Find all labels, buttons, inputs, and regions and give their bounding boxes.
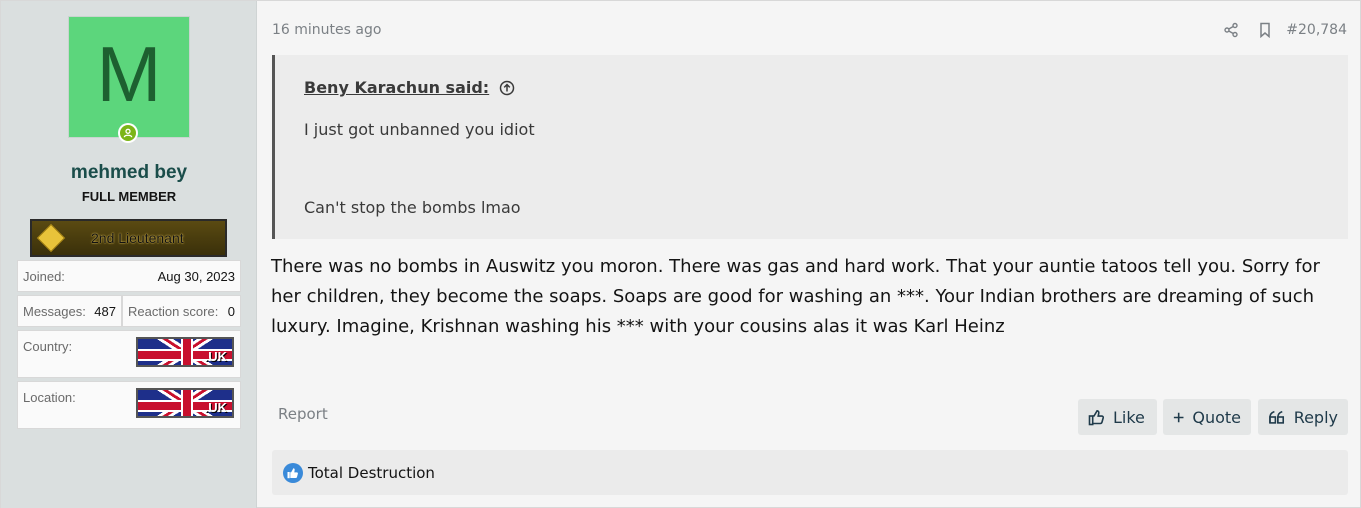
messages-info: Messages: 487 bbox=[17, 295, 122, 327]
reactions-summary[interactable]: Total Destruction bbox=[308, 464, 435, 482]
reply-button[interactable]: Reply bbox=[1258, 399, 1348, 435]
user-title: FULL MEMBER bbox=[81, 189, 177, 204]
quote-author-link[interactable]: Beny Karachun said: bbox=[304, 78, 489, 97]
rank-banner: 2nd Lieutenant bbox=[30, 219, 227, 257]
quote-text-line: I just got unbanned you idiot bbox=[304, 120, 535, 139]
location-label: Location: bbox=[23, 390, 76, 405]
uk-flag-image: .UK bbox=[136, 337, 234, 367]
joined-value: Aug 30, 2023 bbox=[157, 269, 235, 284]
reaction-score-value: 0 bbox=[227, 304, 235, 319]
avatar-letter: M bbox=[96, 30, 162, 118]
quote-button[interactable]: Quote bbox=[1163, 399, 1251, 435]
uk-flag-image: .UK bbox=[136, 388, 234, 418]
user-sidebar: M mehmed bey FULL MEMBER 2nd Lieutenant … bbox=[1, 1, 257, 508]
messages-value: 487 bbox=[94, 304, 116, 319]
rank-label: 2nd Lieutenant bbox=[91, 230, 184, 246]
location-info: Location: .UK bbox=[17, 381, 241, 429]
avatar[interactable]: M bbox=[68, 16, 190, 138]
joined-info: Joined: Aug 30, 2023 bbox=[17, 260, 241, 292]
username-link[interactable]: mehmed bey bbox=[1, 162, 257, 184]
post-timestamp[interactable]: 16 minutes ago bbox=[272, 22, 381, 38]
post-body: There was no bombs in Auswitz you moron.… bbox=[271, 256, 1320, 337]
online-status-icon bbox=[118, 123, 138, 143]
flag-label: .UK bbox=[204, 349, 227, 364]
reply-quote-icon bbox=[1269, 410, 1285, 424]
post-number-link[interactable]: #20,784 bbox=[1286, 22, 1347, 38]
reply-label: Reply bbox=[1293, 407, 1338, 427]
arrow-up-circle-icon[interactable] bbox=[499, 80, 515, 96]
plus-icon bbox=[1173, 412, 1184, 422]
joined-label: Joined: bbox=[23, 269, 65, 284]
bookmark-icon[interactable] bbox=[1256, 21, 1274, 39]
quote-text-line: Can't stop the bombs lmao bbox=[304, 198, 521, 217]
quote-block: Beny Karachun said: I just got unbanned … bbox=[272, 55, 1348, 239]
messages-label: Messages: bbox=[23, 304, 86, 319]
thumbs-up-icon bbox=[1088, 409, 1105, 425]
reaction-score-label: Reaction score: bbox=[128, 304, 219, 319]
report-link[interactable]: Report bbox=[278, 405, 328, 423]
country-info: Country: .UK bbox=[17, 330, 241, 378]
message-post: M mehmed bey FULL MEMBER 2nd Lieutenant … bbox=[0, 0, 1361, 508]
like-button[interactable]: Like bbox=[1078, 399, 1157, 435]
quote-label: Quote bbox=[1192, 407, 1241, 427]
flag-label: .UK bbox=[204, 400, 227, 415]
rank-insignia-icon bbox=[36, 223, 66, 253]
like-label: Like bbox=[1113, 407, 1145, 427]
reaction-score-info: Reaction score: 0 bbox=[122, 295, 241, 327]
share-icon[interactable] bbox=[1222, 21, 1240, 39]
like-reaction-icon bbox=[283, 462, 303, 483]
country-label: Country: bbox=[23, 339, 73, 354]
reactions-bar[interactable]: Total Destruction bbox=[272, 450, 1348, 495]
